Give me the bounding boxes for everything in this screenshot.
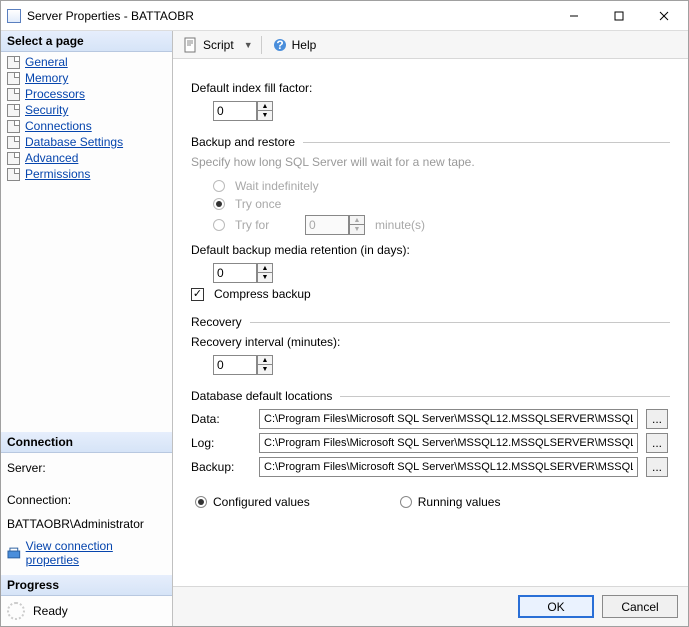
- spin-down-button: ▼: [349, 225, 365, 235]
- log-path-input[interactable]: [259, 433, 638, 453]
- log-path-label: Log:: [191, 436, 251, 450]
- running-values-label: Running values: [418, 495, 501, 509]
- data-browse-button[interactable]: ...: [646, 409, 668, 429]
- spin-up-button[interactable]: ▲: [257, 101, 273, 111]
- help-button[interactable]: ? Help: [268, 35, 321, 55]
- wait-indefinitely-label: Wait indefinitely: [235, 179, 319, 193]
- retention-label: Default backup media retention (in days)…: [191, 243, 670, 257]
- connection-properties-icon: [7, 546, 21, 560]
- try-for-radio: [213, 219, 225, 231]
- retention-spinner[interactable]: ▲▼: [213, 263, 273, 283]
- svg-text:?: ?: [276, 38, 283, 52]
- try-for-unit: minute(s): [375, 218, 425, 232]
- select-page-header: Select a page: [1, 31, 172, 52]
- fill-factor-spinner[interactable]: ▲▼: [213, 101, 273, 121]
- backup-path-input[interactable]: [259, 457, 638, 477]
- page-security[interactable]: Security: [1, 102, 172, 118]
- page-general[interactable]: General: [1, 54, 172, 70]
- connection-value: BATTAOBR\Administrator: [7, 517, 144, 531]
- compress-backup-checkbox[interactable]: [191, 288, 204, 301]
- page-icon: [7, 136, 20, 149]
- try-for-spinner: ▲▼: [305, 215, 365, 235]
- try-for-label: Try for: [235, 218, 295, 232]
- close-button[interactable]: [641, 2, 686, 30]
- retention-input[interactable]: [213, 263, 257, 283]
- recovery-header: Recovery: [191, 315, 242, 329]
- script-icon: [183, 37, 199, 53]
- script-dropdown-icon[interactable]: ▼: [242, 40, 255, 50]
- fill-factor-input[interactable]: [213, 101, 257, 121]
- page-icon: [7, 56, 20, 69]
- recovery-interval-label: Recovery interval (minutes):: [191, 335, 670, 349]
- backup-restore-header: Backup and restore: [191, 135, 295, 149]
- toolbar: Script ▼ ? Help: [173, 31, 688, 59]
- page-permissions[interactable]: Permissions: [1, 166, 172, 182]
- server-properties-window: Server Properties - BATTAOBR Select a pa…: [0, 0, 689, 627]
- help-icon: ?: [272, 37, 288, 53]
- data-path-input[interactable]: [259, 409, 638, 429]
- ok-button[interactable]: OK: [518, 595, 594, 618]
- page-connections[interactable]: Connections: [1, 118, 172, 134]
- backup-browse-button[interactable]: ...: [646, 457, 668, 477]
- maximize-button[interactable]: [596, 2, 641, 30]
- recovery-interval-input[interactable]: [213, 355, 257, 375]
- titlebar: Server Properties - BATTAOBR: [1, 1, 688, 31]
- view-connection-properties-link[interactable]: View connection properties: [26, 539, 166, 567]
- try-once-label: Try once: [235, 197, 281, 211]
- connection-header: Connection: [1, 432, 172, 453]
- configured-values-label: Configured values: [213, 495, 310, 509]
- spin-up-button[interactable]: ▲: [257, 263, 273, 273]
- spin-down-button[interactable]: ▼: [257, 111, 273, 121]
- spin-up-button: ▲: [349, 215, 365, 225]
- page-icon: [7, 72, 20, 85]
- window-icon: [7, 9, 21, 23]
- backup-restore-sub: Specify how long SQL Server will wait fo…: [191, 155, 670, 169]
- recovery-interval-spinner[interactable]: ▲▼: [213, 355, 273, 375]
- connection-label: Connection:: [7, 493, 71, 507]
- page-icon: [7, 168, 20, 181]
- progress-spinner-icon: [7, 602, 25, 620]
- window-title: Server Properties - BATTAOBR: [27, 9, 194, 23]
- page-icon: [7, 120, 20, 133]
- progress-status: Ready: [33, 604, 68, 618]
- main-panel: Script ▼ ? Help Default index fill facto…: [173, 31, 688, 626]
- backup-path-label: Backup:: [191, 460, 251, 474]
- page-icon: [7, 104, 20, 117]
- log-browse-button[interactable]: ...: [646, 433, 668, 453]
- script-button[interactable]: Script: [179, 35, 238, 55]
- sidebar: Select a page General Memory Processors …: [1, 31, 173, 626]
- locations-header: Database default locations: [191, 389, 332, 403]
- dialog-buttons: OK Cancel: [173, 586, 688, 626]
- toolbar-separator: [261, 36, 262, 54]
- server-label: Server:: [7, 461, 46, 475]
- page-processors[interactable]: Processors: [1, 86, 172, 102]
- spin-down-button[interactable]: ▼: [257, 273, 273, 283]
- page-database-settings[interactable]: Database Settings: [1, 134, 172, 150]
- spin-up-button[interactable]: ▲: [257, 355, 273, 365]
- fill-factor-label: Default index fill factor:: [191, 81, 670, 95]
- running-values-radio[interactable]: [400, 496, 412, 508]
- data-path-label: Data:: [191, 412, 251, 426]
- cancel-button[interactable]: Cancel: [602, 595, 678, 618]
- progress-header: Progress: [1, 575, 172, 596]
- try-for-input: [305, 215, 349, 235]
- page-icon: [7, 88, 20, 101]
- compress-backup-label: Compress backup: [214, 287, 311, 301]
- page-list: General Memory Processors Security Conne…: [1, 52, 172, 184]
- page-advanced[interactable]: Advanced: [1, 150, 172, 166]
- configured-values-radio[interactable]: [195, 496, 207, 508]
- wait-indefinitely-radio: [213, 180, 225, 192]
- minimize-button[interactable]: [551, 2, 596, 30]
- page-memory[interactable]: Memory: [1, 70, 172, 86]
- page-icon: [7, 152, 20, 165]
- try-once-radio: [213, 198, 225, 210]
- spin-down-button[interactable]: ▼: [257, 365, 273, 375]
